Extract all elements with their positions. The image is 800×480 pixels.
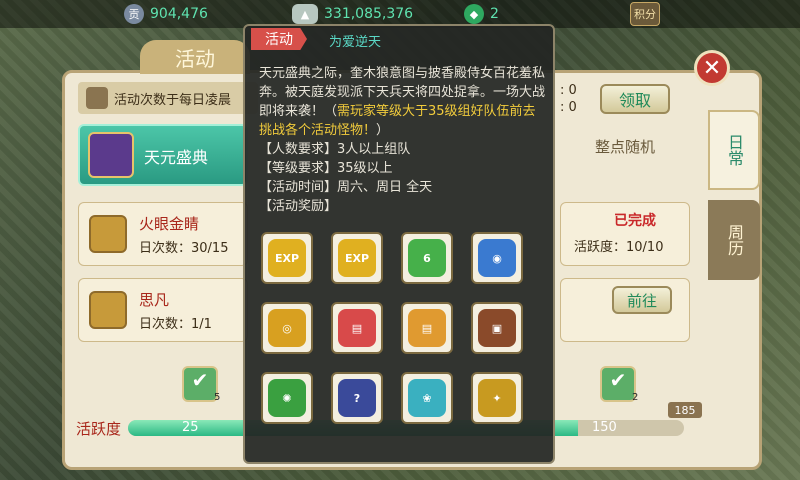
activity-tab-label: 天元盛典 [144, 148, 209, 167]
coin-icon: 贡 [124, 4, 144, 24]
treasure-chest-icon: ▣ [478, 309, 516, 347]
silver-ingot-value: 331,085,376 [324, 6, 414, 22]
tab-daily-label: 日常 [725, 134, 744, 166]
armor-icon [88, 132, 134, 178]
tab-weekly-calendar[interactable]: 周历 [708, 200, 760, 280]
requirement-value: 35级以上 [337, 161, 393, 176]
requirement-row: 【人数要求】3人以上组队 [259, 140, 545, 159]
liveness-value: 25 [182, 420, 199, 435]
check-icon: ✔ [191, 368, 209, 392]
green-gem-icon: 6 [408, 239, 446, 277]
silver-ingot-counter: ▲ 331,085,376 [292, 4, 413, 24]
liveness-value: 150 [592, 420, 617, 435]
skill-book-icon: ❀ [408, 379, 446, 417]
silver-coin-counter: 贡 904,476 [124, 4, 208, 24]
reward-item[interactable]: ◎ [261, 302, 313, 354]
panel-title: 活动 [140, 40, 250, 74]
reward-item[interactable]: ▤ [331, 302, 383, 354]
receive-button[interactable]: 领取 [600, 84, 670, 114]
gold-medal-icon: ◎ [268, 309, 306, 347]
mystery-armor-icon: ? [338, 379, 376, 417]
exp-bear-icon [89, 291, 127, 329]
activity-card[interactable]: 火眼金睛 日次数：30/15 [78, 202, 248, 266]
stat-value: : 0 [560, 100, 577, 115]
activity-info-bar: 活动次数于每日凌晨 [78, 82, 258, 114]
crystal-orb-icon: ◉ [478, 239, 516, 277]
requirement-value: 3人以上组队 [337, 142, 411, 157]
reward-item[interactable]: ? [331, 372, 383, 424]
activity-tab-hourly[interactable]: 整点随机 [560, 124, 690, 168]
requirement-label: 【活动奖励】 [259, 199, 338, 214]
reward-item[interactable]: ✺ [261, 372, 313, 424]
reward-item[interactable]: 6 [401, 232, 453, 284]
activity-tag: 活动 [251, 28, 307, 50]
reward-item[interactable]: EXP [331, 232, 383, 284]
golden-armor-icon: ✦ [478, 379, 516, 417]
chest-count: 5 [214, 392, 221, 403]
description-tail: ） [376, 123, 390, 138]
activity-card[interactable]: 思凡 日次数：1/1 [78, 278, 248, 342]
activity-name: 思凡 [139, 291, 170, 309]
requirement-label: 【活动时间】 [259, 180, 338, 195]
goto-button[interactable]: 前往 [612, 286, 672, 314]
jade-value: 2 [490, 6, 499, 22]
close-icon: ✕ [702, 55, 722, 81]
chest-count: 2 [632, 392, 639, 403]
mystery-box-icon [89, 215, 127, 253]
info-label: 活动次数于每日凌晨 [114, 92, 232, 108]
tab-calendar-label: 周历 [725, 224, 744, 256]
reward-item[interactable]: ◉ [471, 232, 523, 284]
reward-chest-right[interactable]: ✔ [600, 366, 636, 402]
liveness-count: 活跃度：10/10 [574, 240, 664, 255]
silver-coin-value: 904,476 [150, 6, 208, 22]
requirement-row: 【等级要求】35级以上 [259, 159, 545, 178]
popup-header: 活动 为爱逆天 [245, 26, 553, 52]
jade-icon: ◆ [464, 4, 484, 24]
stats-list: : 0 : 0 [560, 82, 577, 116]
activity-description: 天元盛典之际，奎木狼意图与披香殿侍女百花羞私奔。被天庭发现派下天兵天将四处捉拿。… [259, 64, 545, 216]
reward-item[interactable]: ✦ [471, 372, 523, 424]
exp-bears-icon: EXP [338, 239, 376, 277]
stat-value: : 0 [560, 83, 577, 98]
requirement-row: 【活动时间】周六、周日 全天 [259, 178, 545, 197]
requirement-label: 【人数要求】 [259, 142, 338, 157]
reward-item[interactable]: ▤ [401, 302, 453, 354]
popup-title: 为爱逆天 [329, 35, 382, 50]
activity-detail-popup: 活动 为爱逆天 天元盛典之际，奎木狼意图与披香殿侍女百花羞私奔。被天庭发现派下天… [243, 24, 555, 464]
liveness-label: 活跃度 [76, 420, 122, 438]
close-button[interactable]: ✕ [694, 50, 730, 86]
green-gear-icon: ✺ [268, 379, 306, 417]
reward-item[interactable]: EXP [261, 232, 313, 284]
requirement-label: 【等级要求】 [259, 161, 338, 176]
points-button[interactable]: 积分 [630, 2, 660, 26]
reward-item[interactable]: ❀ [401, 372, 453, 424]
requirement-value: 周六、周日 全天 [337, 180, 433, 195]
requirement-row: 【活动奖励】 [259, 197, 545, 216]
activity-tab-selected[interactable]: 天元盛典 [78, 124, 248, 186]
activity-count: 日次数：1/1 [139, 317, 212, 332]
activity-name: 火眼金睛 [139, 215, 200, 233]
reward-chest-left[interactable]: ✔ [182, 366, 218, 402]
info-icon [86, 87, 108, 109]
completed-badge: 已完成 [614, 213, 656, 229]
tab-daily[interactable]: 日常 [708, 110, 760, 190]
jade-counter: ◆ 2 [464, 4, 499, 24]
activity-count: 日次数：30/15 [139, 241, 229, 256]
check-icon: ✔ [609, 368, 627, 392]
red-scroll-icon: ▤ [338, 309, 376, 347]
reward-item[interactable]: ▣ [471, 302, 523, 354]
exp-bear-icon: EXP [268, 239, 306, 277]
gold-scroll-icon: ▤ [408, 309, 446, 347]
ingot-icon: ▲ [292, 4, 318, 24]
